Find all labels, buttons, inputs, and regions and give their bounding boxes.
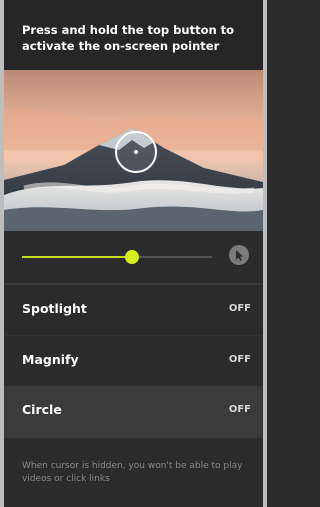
menu-item-magnify[interactable]: Magnify OFF (4, 335, 263, 385)
cursor-arrow-icon (236, 250, 243, 261)
instruction-text: Press and hold the top button to activat… (22, 23, 235, 53)
slider-thumb[interactable] (125, 250, 140, 264)
slider-fill (22, 256, 133, 258)
footer-note: When cursor is hidden, you won't be able… (22, 461, 243, 484)
pointer-settings-window: Press and hold the top button to activat… (0, 0, 267, 507)
menu-item-label: Spotlight (22, 301, 87, 316)
menu-item-spotlight[interactable]: Spotlight OFF (4, 285, 263, 335)
pointer-icon[interactable] (229, 245, 249, 265)
toggle-state[interactable]: OFF (229, 303, 251, 314)
pointer-size-slider-row (4, 231, 263, 283)
toggle-state[interactable]: OFF (229, 354, 251, 365)
menu-item-label: Circle (22, 402, 62, 417)
menu-item-circle[interactable]: Circle OFF (4, 386, 263, 438)
size-slider[interactable] (22, 250, 212, 264)
footer: When cursor is hidden, you won't be able… (4, 438, 263, 507)
instruction-header: Press and hold the top button to activat… (4, 0, 263, 70)
circle-pointer-icon (115, 131, 157, 173)
toggle-state[interactable]: OFF (229, 404, 251, 415)
preview-image (4, 70, 263, 231)
menu-item-label: Magnify (22, 352, 79, 367)
